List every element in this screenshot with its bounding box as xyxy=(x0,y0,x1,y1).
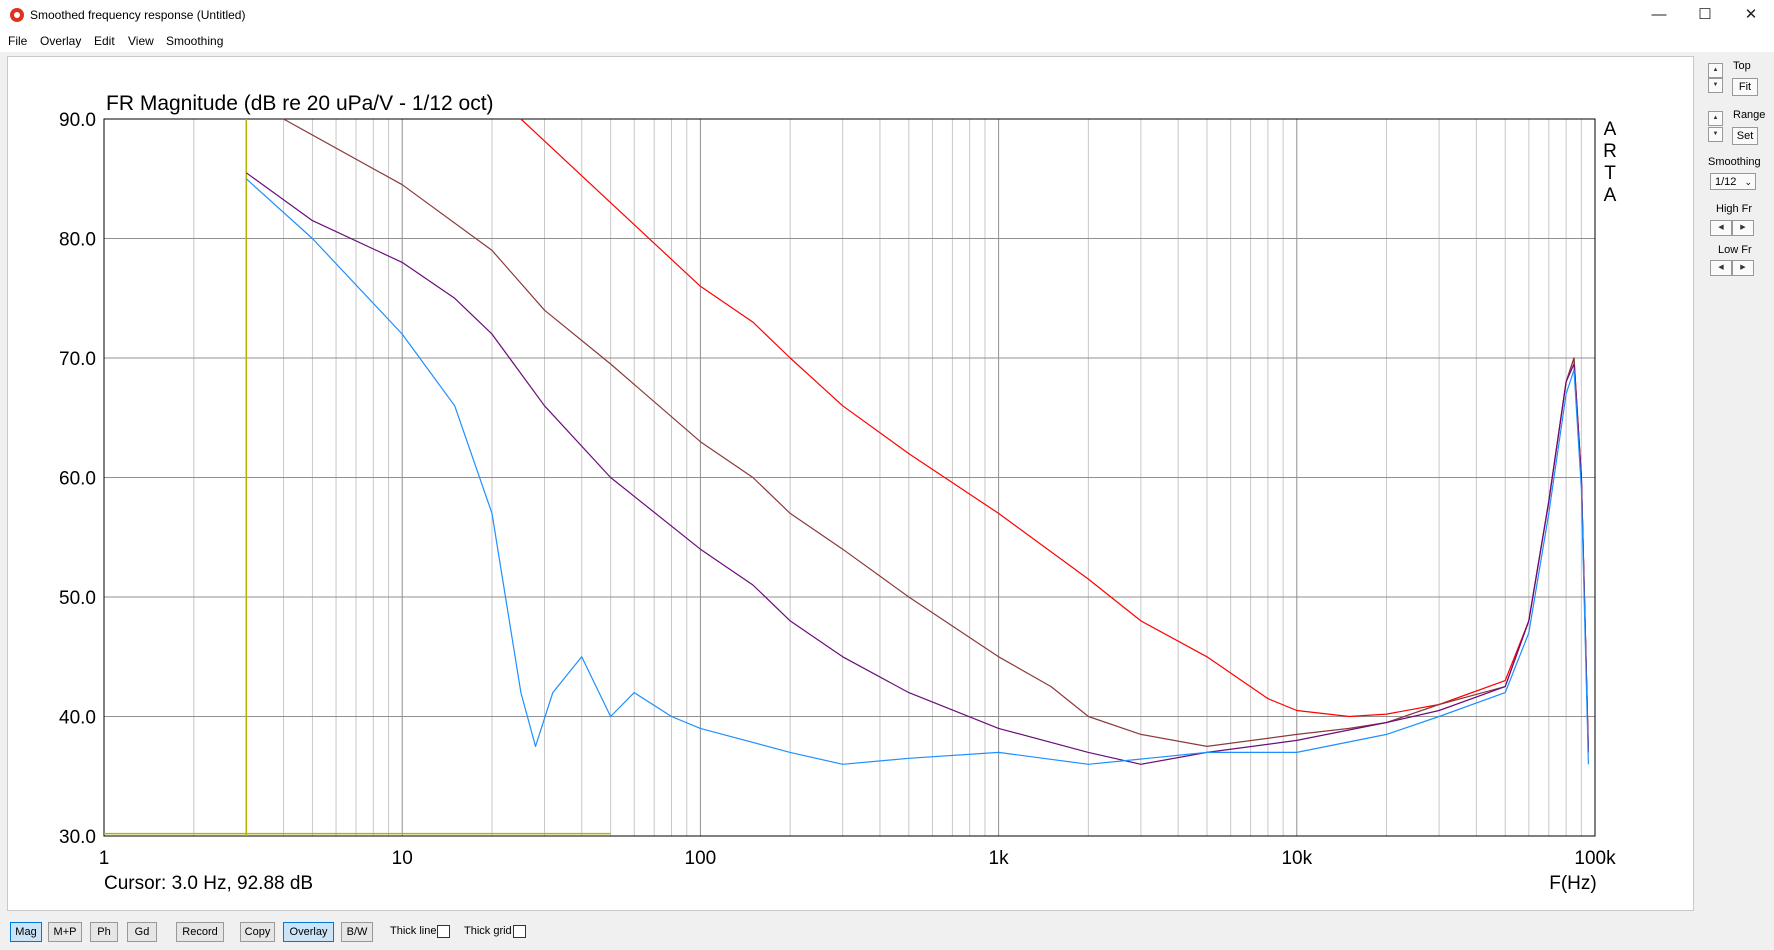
smoothing-select[interactable]: 1/12 ⌄ xyxy=(1710,173,1756,190)
thick-grid-label: Thick grid xyxy=(464,925,512,937)
x-tick-label: 10k xyxy=(1281,848,1312,869)
app-icon xyxy=(10,8,24,22)
mag-phase-button[interactable]: M+P xyxy=(48,922,82,942)
fit-button[interactable]: Fit xyxy=(1732,78,1758,96)
watermark-letter: A xyxy=(1604,119,1617,140)
thick-line-checkbox[interactable] xyxy=(437,925,450,938)
y-tick-label: 70.0 xyxy=(59,349,96,370)
low-fr-right-arrow[interactable]: ▶ xyxy=(1732,260,1754,276)
menu-edit[interactable]: Edit xyxy=(94,34,115,48)
menu-smoothing[interactable]: Smoothing xyxy=(166,34,223,48)
high-fr-label: High Fr xyxy=(1716,203,1753,215)
menu-view[interactable]: View xyxy=(128,34,154,48)
high-fr-right-arrow[interactable]: ▶ xyxy=(1732,220,1754,236)
bw-button[interactable]: B/W xyxy=(341,922,373,942)
low-fr-left-arrow[interactable]: ◀ xyxy=(1710,260,1732,276)
top-down-arrow[interactable]: ▼ xyxy=(1708,78,1723,93)
x-axis-label: F(Hz) xyxy=(1549,873,1596,894)
range-down-arrow[interactable]: ▼ xyxy=(1708,127,1723,142)
y-tick-label: 90.0 xyxy=(59,110,96,131)
range-up-arrow[interactable]: ▲ xyxy=(1708,111,1723,126)
watermark-letter: R xyxy=(1603,141,1617,162)
x-tick-label: 100k xyxy=(1574,848,1616,869)
minimize-button[interactable]: — xyxy=(1636,0,1682,30)
frequency-response-chart: 90.0 80.0 70.0 60.0 50.0 40.0 30.01 10 100 1k 10k 1… xyxy=(59,92,1617,894)
y-tick-label: 60.0 xyxy=(59,469,96,490)
y-tick-label: 80.0 xyxy=(59,230,96,251)
series-line-1 xyxy=(283,118,1589,753)
x-tick-label: 10 xyxy=(392,848,413,869)
smoothing-value: 1/12 xyxy=(1715,176,1737,188)
cursor-readout: Cursor: 3.0 Hz, 92.88 dB xyxy=(104,873,313,894)
x-tick-label: 1k xyxy=(989,848,1010,869)
range-label: Range xyxy=(1733,109,1766,121)
phase-button[interactable]: Ph xyxy=(90,922,118,942)
side-panel: ▲ ▼ Top Fit ▲ ▼ Range Set Smoothing 1/12… xyxy=(1700,56,1774,909)
y-tick-label: 50.0 xyxy=(59,588,96,609)
plot-area[interactable]: 90.0 80.0 70.0 60.0 50.0 40.0 30.0 1 10 100 1k 10k 1… xyxy=(7,56,1694,911)
chevron-down-icon: ⌄ xyxy=(1744,177,1752,187)
window-title: Smoothed frequency response (Untitled) xyxy=(30,8,246,22)
menu-overlay[interactable]: Overlay xyxy=(40,34,81,48)
thick-grid-checkbox[interactable] xyxy=(513,925,526,938)
overlay-button[interactable]: Overlay xyxy=(283,922,334,942)
series-line-2 xyxy=(245,172,1589,765)
top-up-arrow[interactable]: ▲ xyxy=(1708,63,1723,78)
close-button[interactable]: ✕ xyxy=(1728,0,1774,30)
top-label: Top xyxy=(1733,60,1751,72)
mag-button[interactable]: Mag xyxy=(10,922,42,942)
x-tick-label: 1 xyxy=(99,848,110,869)
group-delay-button[interactable]: Gd xyxy=(127,922,157,942)
y-tick-label: 40.0 xyxy=(59,708,96,729)
title-bar: Smoothed frequency response (Untitled) —… xyxy=(0,0,1774,30)
record-button[interactable]: Record xyxy=(176,922,224,942)
watermark-letter: A xyxy=(1604,185,1617,206)
set-button[interactable]: Set xyxy=(1732,127,1758,145)
smoothing-label: Smoothing xyxy=(1708,156,1761,168)
thick-line-label: Thick line xyxy=(390,925,437,937)
copy-button[interactable]: Copy xyxy=(240,922,275,942)
high-fr-left-arrow[interactable]: ◀ xyxy=(1710,220,1732,236)
chart-title: FR Magnitude (dB re 20 uPa/V - 1/12 oct) xyxy=(106,92,494,115)
bottom-toolbar: Mag M+P Ph Gd Record Copy Overlay B/W Th… xyxy=(0,914,1774,950)
x-tick-label: 100 xyxy=(685,848,717,869)
maximize-button[interactable]: ☐ xyxy=(1682,0,1728,30)
series-line-0 xyxy=(520,118,1589,753)
watermark-letter: T xyxy=(1604,163,1616,184)
menu-bar: File Overlay Edit View Smoothing xyxy=(0,30,1774,52)
series-line-3 xyxy=(245,178,1589,765)
low-fr-label: Low Fr xyxy=(1718,244,1752,256)
y-tick-label: 30.0 xyxy=(59,827,96,848)
menu-file[interactable]: File xyxy=(8,34,27,48)
